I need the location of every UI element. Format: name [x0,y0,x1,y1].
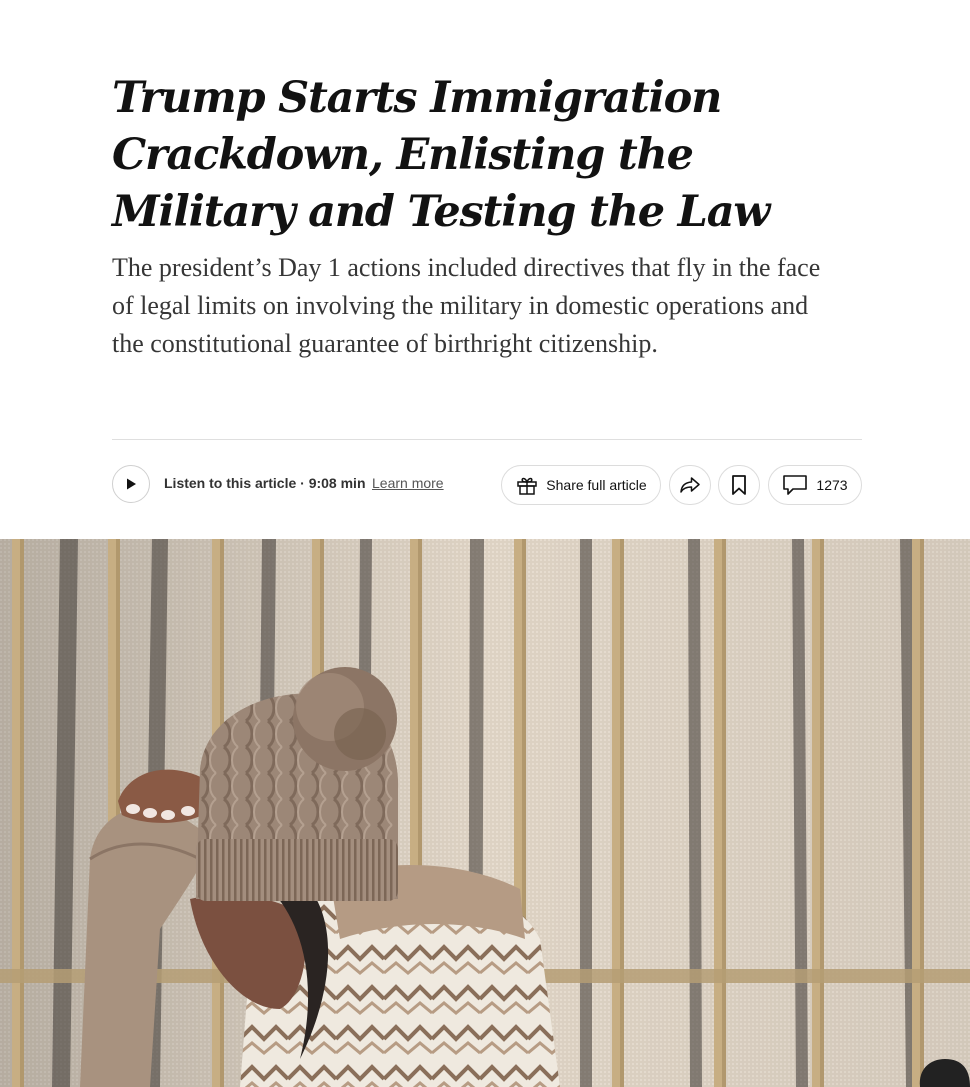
comments-button[interactable]: 1273 [768,465,862,505]
listen-play-button[interactable] [112,465,150,503]
article-toolbar: Listen to this article · 9:08 min Learn … [112,464,862,506]
share-button[interactable] [669,465,711,505]
share-full-article-label: Share full article [546,477,647,493]
divider [112,439,862,440]
share-full-article-button[interactable]: Share full article [501,465,661,505]
comment-count: 1273 [816,477,848,493]
learn-more-link[interactable]: Learn more [372,475,444,491]
save-article-button[interactable] [718,465,760,505]
lead-photo [0,539,970,1087]
comment-bubble-icon [782,473,808,497]
share-arrow-icon [678,473,702,497]
gift-icon [515,473,539,497]
article-header: Trump Starts Immigration Crackdown, Enli… [112,70,862,363]
listen-label: Listen to this article · 9:08 min [164,475,366,491]
bookmark-icon [729,474,749,496]
play-icon [124,477,138,491]
headline: Trump Starts Immigration Crackdown, Enli… [112,73,770,237]
article-summary: The president’s Day 1 actions included d… [112,253,821,358]
